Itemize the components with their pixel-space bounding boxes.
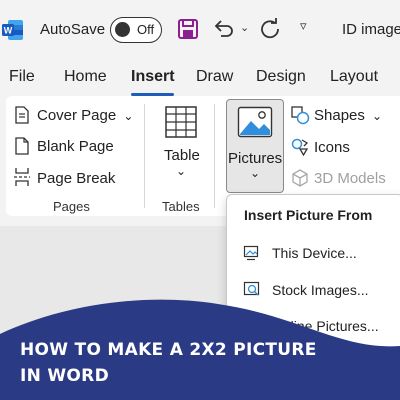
cover-page-icon bbox=[15, 106, 29, 124]
pictures-label: Pictures bbox=[228, 150, 283, 167]
device-icon bbox=[243, 245, 259, 261]
3d-models-button: 3D Models bbox=[314, 170, 386, 187]
table-button[interactable]: Table ⌄ bbox=[158, 100, 204, 188]
chevron-down-icon: ⌄ bbox=[250, 166, 261, 180]
3d-models-label: 3D Models bbox=[314, 170, 386, 187]
pictures-button[interactable]: Pictures ⌄ bbox=[226, 99, 284, 193]
banner-line-2: IN WORD bbox=[20, 366, 109, 386]
table-icon bbox=[165, 106, 197, 138]
icons-label: Icons bbox=[314, 139, 350, 156]
save-icon[interactable] bbox=[176, 17, 200, 41]
group-label-pages: Pages bbox=[53, 199, 90, 214]
redo-icon[interactable] bbox=[258, 17, 282, 41]
menu-item-stock-images[interactable]: Stock Images... bbox=[272, 282, 368, 298]
page-break-button[interactable]: Page Break bbox=[37, 170, 115, 187]
chevron-down-icon: ⌄ bbox=[372, 109, 383, 123]
page-break-label: Page Break bbox=[37, 170, 116, 187]
autosave-toggle[interactable]: Off bbox=[110, 17, 162, 43]
tab-file[interactable]: File bbox=[9, 68, 35, 86]
group-divider bbox=[214, 104, 215, 208]
table-label: Table bbox=[164, 147, 200, 164]
blank-page-button[interactable]: Blank Page bbox=[37, 138, 114, 155]
page-break-icon bbox=[14, 168, 30, 186]
cover-page-label: Cover Page bbox=[37, 107, 117, 124]
stock-images-icon bbox=[243, 281, 260, 296]
chevron-down-icon: ⌄ bbox=[176, 164, 187, 178]
autosave-label: AutoSave bbox=[40, 21, 106, 38]
chevron-down-icon: ⌄ bbox=[123, 109, 134, 123]
title-bar: W AutoSave Off ⌄ ▿ ID image bbox=[0, 0, 400, 60]
shapes-icon bbox=[291, 106, 310, 125]
blank-page-icon bbox=[15, 137, 29, 155]
word-logo-icon[interactable]: W bbox=[2, 19, 24, 41]
shapes-button[interactable]: Shapes ⌄ bbox=[314, 107, 382, 124]
autosave-state: Off bbox=[137, 22, 155, 37]
icons-icon bbox=[291, 138, 309, 157]
cube-icon bbox=[292, 169, 308, 187]
tab-design[interactable]: Design bbox=[256, 68, 306, 86]
cover-page-button[interactable]: Cover Page ⌄ bbox=[37, 107, 133, 124]
menu-item-online-pictures[interactable]: Online Pictures... bbox=[272, 318, 379, 334]
svg-text:W: W bbox=[4, 26, 13, 36]
ribbon-tabs: File Home Insert Draw Design Layout bbox=[0, 60, 400, 96]
picture-icon bbox=[237, 106, 273, 138]
tab-home[interactable]: Home bbox=[64, 68, 107, 86]
tab-layout[interactable]: Layout bbox=[330, 68, 378, 86]
toggle-knob bbox=[115, 22, 130, 37]
icons-button[interactable]: Icons bbox=[314, 139, 350, 156]
group-divider bbox=[144, 104, 145, 208]
chevron-down-icon[interactable]: ⌄ bbox=[240, 21, 249, 34]
blank-page-label: Blank Page bbox=[37, 138, 114, 155]
online-pictures-icon bbox=[243, 317, 260, 334]
document-title: ID image bbox=[342, 21, 400, 38]
undo-icon[interactable] bbox=[212, 17, 236, 41]
menu-item-this-device[interactable]: This Device... bbox=[272, 245, 357, 261]
menu-header: Insert Picture From bbox=[244, 207, 373, 223]
shapes-label: Shapes bbox=[314, 107, 365, 124]
customize-toolbar-icon[interactable]: ▿ bbox=[300, 18, 307, 34]
tab-insert[interactable]: Insert bbox=[131, 68, 175, 86]
banner-line-1: HOW TO MAKE A 2X2 PICTURE bbox=[20, 340, 317, 360]
group-label-tables: Tables bbox=[162, 199, 200, 214]
tab-draw[interactable]: Draw bbox=[196, 68, 233, 86]
